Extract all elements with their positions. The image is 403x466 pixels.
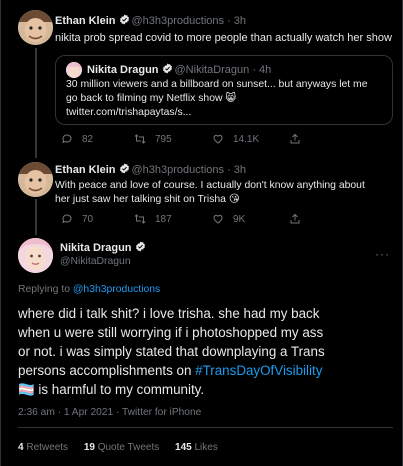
like-count: 14.1K — [233, 133, 260, 145]
tweet-thread-panel: Ethan Klein @h3h3productions · 3h nikita … — [0, 0, 403, 466]
reply-button[interactable]: 82 — [61, 133, 93, 145]
share-button[interactable] — [289, 133, 310, 145]
retweet-icon — [134, 134, 146, 144]
avatar — [66, 62, 82, 78]
tweet-text-line: persons accomplishments on — [18, 363, 196, 378]
like-button[interactable]: 14.1K — [212, 133, 259, 145]
replying-to: Replying to @h3h3productions — [18, 284, 160, 295]
tweet-text-line: her just saw her talking shit on Trisha … — [55, 194, 240, 205]
avatar[interactable] — [18, 10, 53, 45]
quoted-author-name: Nikita Dragun — [87, 64, 159, 76]
reply-count: 70 — [82, 213, 94, 225]
divider — [18, 427, 393, 428]
likes-stat[interactable]: 145 Likes — [175, 442, 218, 453]
quoted-link[interactable]: twitter.com/trishapaytas/s... — [66, 106, 368, 120]
hashtag-link[interactable]: #TransDayOfVisibility — [195, 363, 322, 378]
main-tweet-text: where did i talk shit? i love trisha. sh… — [18, 304, 325, 399]
quote-tweets-count: 19 — [83, 442, 95, 453]
tweet-text-line: With peace and love of course. I actuall… — [55, 180, 365, 191]
avatar[interactable] — [18, 162, 53, 197]
replying-to-handle[interactable]: @h3h3productions — [73, 284, 160, 295]
reply-icon — [62, 134, 72, 144]
reply-button[interactable]: 70 — [61, 213, 93, 225]
quoted-text-line: go back to filming my Netflix show 😸 — [66, 93, 237, 104]
quote-tweets-label: Quote Tweets — [97, 442, 160, 453]
engagement-stats: 4 Retweets 19 Quote Tweets 145 Likes — [18, 442, 218, 453]
tweet[interactable]: Ethan Klein @h3h3productions · 3h nikita … — [1, 0, 403, 160]
avatar[interactable] — [18, 238, 53, 273]
retweet-button[interactable]: 795 — [134, 133, 172, 145]
retweet-count: 187 — [155, 213, 172, 225]
like-count: 9K — [233, 213, 246, 225]
retweets-stat[interactable]: 4 Retweets — [18, 442, 68, 453]
reply-icon — [62, 214, 72, 224]
replying-to-label: Replying to — [18, 284, 73, 295]
verified-badge-icon — [119, 14, 129, 25]
quoted-text-line: 30 million viewers and a billboard on su… — [66, 79, 368, 90]
transgender-flag-emoji: 🏳️‍⚧️ — [18, 382, 35, 397]
verified-badge-icon — [162, 63, 172, 74]
tweet-text: nikita prob spread covid to more people … — [55, 32, 392, 44]
tweet-timestamp[interactable]: 2:36 am · 1 Apr 2021 · Twitter for iPhon… — [18, 407, 201, 418]
likes-label: Likes — [194, 442, 218, 453]
main-tweet: Nikita Dragun @NikitaDragun ··· Replying… — [1, 235, 403, 466]
share-button[interactable] — [289, 213, 310, 225]
tweet-text-line: is harmful to my community. — [34, 382, 205, 397]
retweets-label: Retweets — [26, 442, 69, 453]
retweets-count: 4 — [18, 442, 24, 453]
share-icon — [290, 133, 300, 144]
quoted-author-handle: @NikitaDragun · 4h — [174, 64, 272, 76]
tweet[interactable]: Ethan Klein @h3h3productions · 3h With pe… — [1, 160, 403, 235]
quoted-tweet[interactable]: Nikita Dragun @NikitaDragun · 4h 30 milli… — [55, 55, 393, 125]
author-name[interactable]: Nikita Dragun — [60, 242, 132, 254]
tweet-text-line: or not. i was simply stated that downpla… — [18, 344, 325, 359]
author-handle[interactable]: @h3h3productions · 3h — [132, 15, 247, 27]
reply-count: 82 — [82, 133, 94, 145]
author-handle[interactable]: @h3h3productions · 3h — [132, 164, 247, 176]
heart-icon — [213, 214, 223, 224]
likes-count: 145 — [175, 442, 192, 453]
tweet-text-line: when u were still worrying if i photosho… — [18, 325, 324, 340]
retweet-icon — [134, 214, 146, 224]
verified-badge-icon — [135, 241, 145, 252]
share-icon — [290, 213, 300, 224]
retweet-button[interactable]: 187 — [134, 213, 172, 225]
verified-badge-icon — [119, 163, 129, 174]
quote-tweets-stat[interactable]: 19 Quote Tweets — [84, 442, 159, 453]
heart-icon — [213, 134, 223, 144]
tweet-text-line: where did i talk shit? i love trisha. sh… — [18, 306, 320, 321]
author-handle[interactable]: @NikitaDragun — [60, 256, 131, 267]
author-name[interactable]: Ethan Klein — [55, 15, 116, 27]
like-button[interactable]: 9K — [212, 213, 245, 225]
retweet-count: 795 — [155, 133, 172, 145]
author-name[interactable]: Ethan Klein — [55, 164, 116, 176]
more-options-icon[interactable]: ··· — [375, 247, 390, 261]
